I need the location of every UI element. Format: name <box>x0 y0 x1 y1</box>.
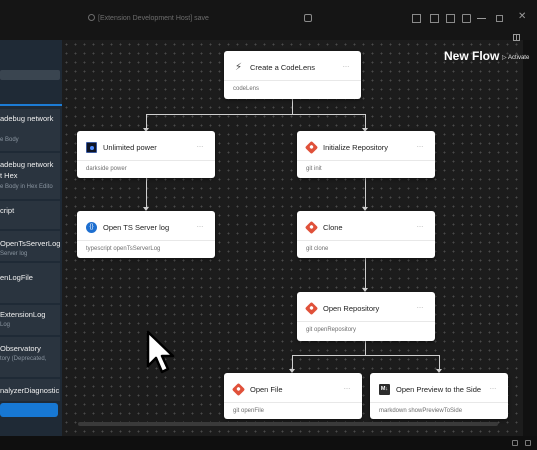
sidebar-item[interactable]: adebug network t Hex e Body in Hex Edito <box>0 153 60 199</box>
activate-label: Activate <box>507 55 530 61</box>
search-icon <box>88 14 95 21</box>
window-title[interactable]: [Extension Development Host] save <box>88 14 209 22</box>
node-command: git init <box>306 166 322 172</box>
flow-title: New Flow <box>444 49 500 63</box>
split-editor-icon[interactable] <box>513 34 520 41</box>
node-menu-icon[interactable]: … <box>344 384 352 391</box>
sidebar-item[interactable]: adebug network e Body <box>0 109 60 151</box>
node-open-file[interactable]: Open File … git openFile <box>224 373 362 419</box>
edge <box>292 99 293 114</box>
edge <box>146 178 147 207</box>
node-command: darkside power <box>86 166 127 172</box>
node-unlimited-power[interactable]: Unlimited power … darkside power <box>77 131 215 178</box>
mouse-cursor-icon <box>146 330 175 374</box>
node-command: git openFile <box>233 408 265 414</box>
typescript-icon: {} <box>86 222 97 233</box>
sidebar-item[interactable]: enLogFile <box>0 263 60 303</box>
lightning-icon: ⚡ <box>234 62 243 73</box>
edge <box>146 114 366 115</box>
node-open-ts-server-log[interactable]: {} Open TS Server log … typescript openT… <box>77 211 215 258</box>
sidebar-item[interactable]: ExtensionLog Log <box>0 305 60 335</box>
node-label: Unlimited power <box>103 143 157 152</box>
node-divider <box>297 240 435 241</box>
edge <box>365 114 366 128</box>
node-menu-icon[interactable]: … <box>197 222 205 229</box>
git-icon <box>304 301 319 316</box>
node-label: Open File <box>250 385 283 394</box>
edge <box>292 355 440 356</box>
node-menu-icon[interactable]: … <box>417 303 425 310</box>
node-divider <box>297 321 435 322</box>
node-menu-icon[interactable]: … <box>490 384 498 391</box>
customize-layout-icon[interactable] <box>462 14 471 23</box>
node-label: Open Preview to the Side <box>396 385 482 394</box>
git-icon <box>304 140 319 155</box>
accounts-icon[interactable] <box>512 440 518 446</box>
sidebar-item[interactable]: Observatory tory (Deprecated, <box>0 337 60 377</box>
edge <box>365 178 366 207</box>
sidebar-item[interactable]: OpenTsServerLog Server log <box>0 231 60 261</box>
node-divider <box>77 160 215 161</box>
copilot-icon[interactable] <box>304 14 312 22</box>
maximize-icon[interactable] <box>496 15 503 22</box>
git-icon <box>231 382 246 397</box>
git-icon <box>304 220 319 235</box>
edge <box>146 114 147 128</box>
edge <box>292 355 293 369</box>
markdown-icon: M↓ <box>379 384 390 395</box>
node-menu-icon[interactable]: … <box>343 62 351 69</box>
node-divider <box>224 402 362 403</box>
node-command: codeLens <box>233 86 260 92</box>
title-bar <box>0 0 537 40</box>
sidebar-item[interactable]: nalyzerDiagnostic <box>0 379 60 401</box>
node-menu-icon[interactable]: … <box>197 142 205 149</box>
edge <box>365 341 366 355</box>
darkside-icon <box>86 142 97 153</box>
toggle-sidebar-icon[interactable] <box>412 14 421 23</box>
sidebar-active-indicator <box>0 104 62 106</box>
node-divider <box>370 402 508 403</box>
node-clone[interactable]: Clone … git clone <box>297 211 435 258</box>
node-label: Open Repository <box>323 304 380 313</box>
toggle-panel-icon[interactable] <box>430 14 439 23</box>
status-bar <box>0 436 537 450</box>
node-command: git openRepository <box>306 327 357 333</box>
node-menu-icon[interactable]: … <box>417 142 425 149</box>
close-icon[interactable]: ✕ <box>518 11 526 22</box>
toggle-secondary-sidebar-icon[interactable] <box>446 14 455 23</box>
notifications-icon[interactable] <box>525 440 531 446</box>
node-label: Create a CodeLens <box>250 63 316 72</box>
node-command: git clone <box>306 246 329 252</box>
node-divider <box>297 160 435 161</box>
node-label: Clone <box>323 223 343 232</box>
sidebar-search-input[interactable] <box>0 70 60 80</box>
sidebar-action-button[interactable] <box>0 403 58 417</box>
sidebar-item[interactable]: cript <box>0 201 60 229</box>
node-divider <box>224 80 361 81</box>
activate-button[interactable]: ▷ Activate <box>502 54 529 61</box>
node-command: markdown showPreviewToSide <box>379 408 463 414</box>
node-open-preview-to-the-side[interactable]: M↓ Open Preview to the Side … markdown s… <box>370 373 508 419</box>
command-sidebar: adebug network e Body adebug network t H… <box>0 40 62 436</box>
node-open-repository[interactable]: Open Repository … git openRepository <box>297 292 435 341</box>
edge <box>439 355 440 369</box>
horizontal-scrollbar[interactable] <box>78 422 498 426</box>
node-divider <box>77 240 215 241</box>
node-label: Open TS Server log <box>103 223 170 232</box>
right-panel-strip <box>523 40 537 436</box>
node-initialize-repository[interactable]: Initialize Repository … git init <box>297 131 435 178</box>
window-title-label: [Extension Development Host] save <box>98 15 209 22</box>
minimize-icon[interactable] <box>477 18 486 19</box>
node-create-codelens[interactable]: ⚡ Create a CodeLens … codeLens <box>224 51 361 99</box>
node-label: Initialize Repository <box>323 143 389 152</box>
node-menu-icon[interactable]: … <box>417 222 425 229</box>
node-command: typescript openTsServerLog <box>86 246 161 252</box>
edge <box>365 258 366 288</box>
